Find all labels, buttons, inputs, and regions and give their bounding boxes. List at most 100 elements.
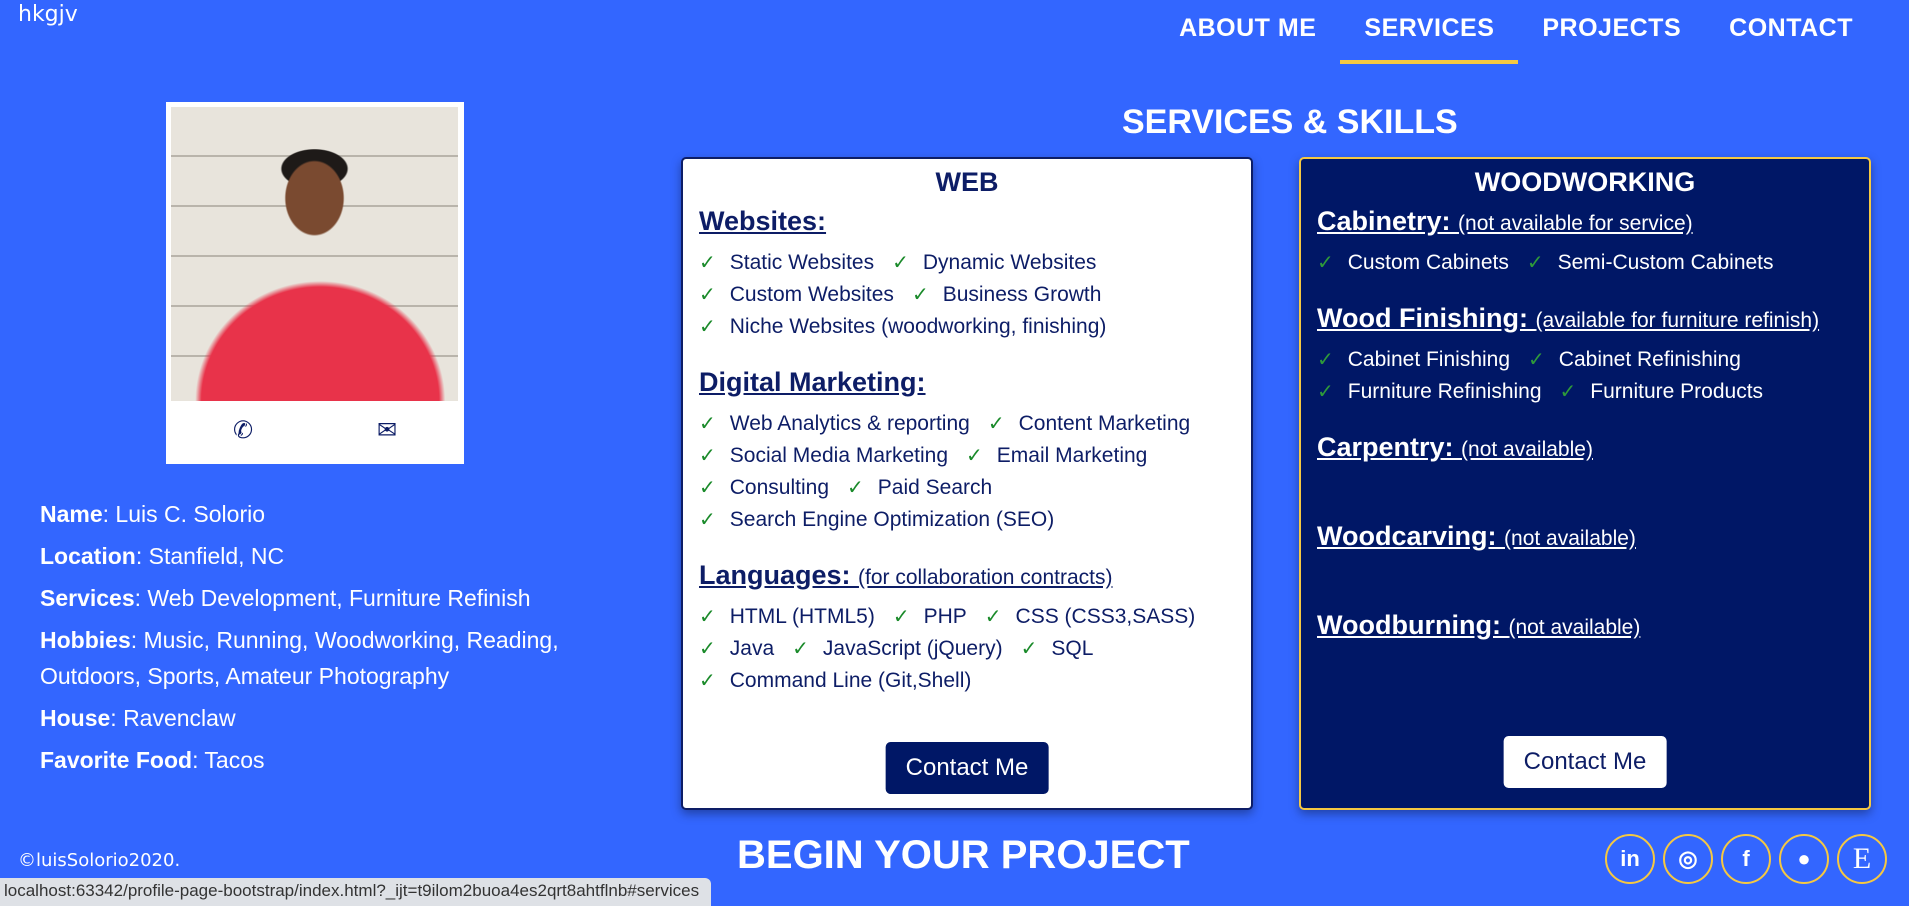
instagram-icon[interactable]: ◎ [1663,834,1713,884]
check-icon: ✓ [699,509,716,531]
info-row: Favorite Food: Tacos [40,742,600,778]
skill-item: Semi-Custom Cabinets [1557,251,1774,274]
category-name: Languages: [699,560,859,590]
info-row: Location: Stanfield, NC [40,538,600,574]
web-card: WEB Websites: ✓ Static Websites ✓ Dynamic W… [681,157,1253,810]
nav-about-me[interactable]: ABOUT ME [1155,0,1340,64]
check-icon: ✓ [699,413,716,435]
brand-logo[interactable]: hkgjv [18,2,78,27]
info-label: Hobbies [40,627,131,653]
category-name: Cabinetry: [1317,206,1459,236]
check-icon: ✓ [1317,252,1334,274]
check-icon: ✓ [966,445,983,467]
skill-item: Custom Cabinets [1347,251,1509,274]
check-icon: ✓ [1317,349,1334,371]
check-icon: ✓ [892,252,909,274]
profile-card: ✆ ✉ [166,102,464,464]
skill-item: JavaScript (jQuery) [822,637,1003,660]
skill-item: Niche Websites (woodworking, finishing) [729,315,1107,338]
main-nav: ABOUT ME SERVICES PROJECTS CONTACT [1155,0,1877,64]
check-icon: ✓ [1528,349,1545,371]
github-icon[interactable]: ● [1779,834,1829,884]
check-icon: ✓ [987,413,1005,435]
check-icon: ✓ [699,638,716,660]
info-row: Hobbies: Music, Running, Woodworking, Re… [40,622,600,694]
skill-item: CSS (CSS3,SASS) [1015,605,1196,628]
etsy-icon[interactable]: E [1837,834,1887,884]
skill-row: ✓ Social Media Marketing ✓ Email Marketing [699,440,1235,472]
check-icon: ✓ [699,284,716,306]
skill-item: Paid Search [877,476,993,499]
check-icon: ✓ [847,477,864,499]
info-label: Location [40,543,136,569]
skill-item: Social Media Marketing [729,444,949,467]
skill-item: Command Line (Git,Shell) [729,669,972,692]
nav-services[interactable]: SERVICES [1340,0,1519,64]
skill-row: ✓ Command Line (Git,Shell) [699,665,1235,697]
info-value: : Stanfield, NC [135,543,285,569]
skill-item: Cabinet Finishing [1347,348,1511,371]
check-icon: ✓ [699,316,716,338]
info-value: : Tacos [192,747,265,773]
linkedin-icon[interactable]: in [1605,834,1655,884]
category-heading: Websites: [699,206,1235,237]
category-note: (not available) [1504,527,1636,550]
info-label: Name [40,501,103,527]
check-icon: ✓ [792,638,809,660]
nav-contact[interactable]: CONTACT [1705,0,1877,64]
info-label: Favorite Food [40,747,193,773]
contact-me-button[interactable]: Contact Me [885,742,1049,794]
contact-me-button[interactable]: Contact Me [1503,736,1667,788]
footer-title: BEGIN YOUR PROJECT [737,833,1190,877]
category-name: Digital Marketing: [699,367,926,397]
skill-row: ✓ Consulting ✓ Paid Search [699,472,1235,504]
check-icon: ✓ [1317,381,1334,403]
info-label: Services [40,585,135,611]
skill-item: Java [729,637,775,660]
facebook-icon[interactable]: f [1721,834,1771,884]
skill-item: Furniture Products [1590,380,1764,403]
skill-item: SQL [1051,637,1094,660]
skill-item: Consulting [729,476,829,499]
card-title: WOODWORKING [1474,167,1696,197]
check-icon: ✓ [892,606,910,628]
social-links: in ◎ f ● E [1605,834,1887,884]
info-label: House [40,705,111,731]
skill-item: Dynamic Websites [922,251,1097,274]
skill-row: ✓ Web Analytics & reporting ✓ Content Marke… [699,408,1235,440]
skill-item: Custom Websites [729,283,894,306]
skill-row: ✓ Custom Cabinets ✓ Semi-Custom Cabinets [1317,247,1853,279]
skill-row: ✓ Cabinet Finishing ✓ Cabinet Refinishing [1317,344,1853,376]
category-note: (available for furniture refinish) [1535,309,1820,332]
check-icon: ✓ [699,252,716,274]
check-icon: ✓ [1526,252,1544,274]
info-row: Services: Web Development, Furniture Ref… [40,580,600,616]
envelope-icon[interactable]: ✉ [377,416,397,444]
check-icon: ✓ [699,445,716,467]
category-heading: Digital Marketing: [699,367,1235,398]
profile-info: Name: Luis C. Solorio Location: Stanfield… [40,496,600,784]
category-note: (not available) [1508,616,1641,639]
skill-item: Static Websites [729,251,875,274]
skill-item: Cabinet Refinishing [1558,348,1741,371]
info-value: : Ravenclaw [110,705,236,731]
skill-item: Business Growth [942,283,1102,306]
category-note: (for collaboration contracts) [858,566,1113,589]
phone-icon[interactable]: ✆ [233,416,253,444]
category-name: Websites: [699,206,827,236]
skill-row: ✓ Niche Websites (woodworking, finishing) [699,311,1235,343]
skill-item: Email Marketing [996,444,1148,467]
nav-projects[interactable]: PROJECTS [1518,0,1705,64]
skill-item: HTML (HTML5) [729,605,875,628]
info-value: : Luis C. Solorio [102,501,266,527]
category-heading: Woodburning: (not available) [1317,610,1853,641]
skill-row: ✓ Search Engine Optimization (SEO) [699,504,1235,536]
info-row: Name: Luis C. Solorio [40,496,600,532]
